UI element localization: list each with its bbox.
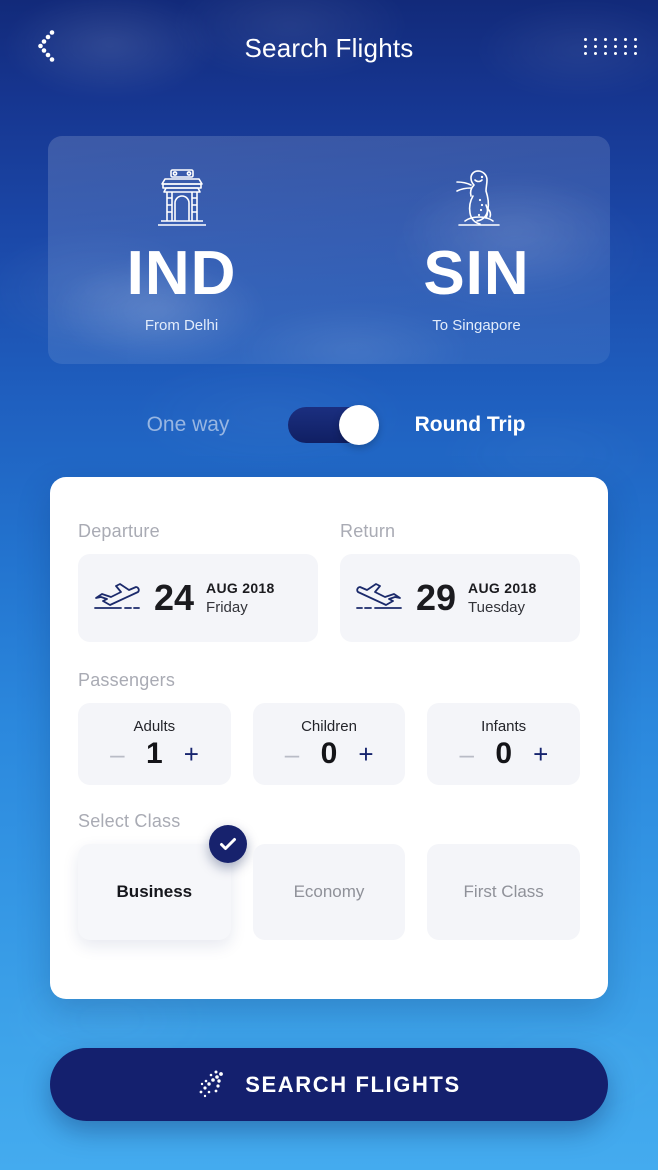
class-option-first-class-label: First Class <box>463 882 544 901</box>
search-flights-button[interactable]: SEARCH FLIGHTS <box>50 1048 608 1121</box>
india-gate-icon <box>147 167 217 229</box>
round-trip-label[interactable]: Round Trip <box>370 413 570 437</box>
check-circle-icon <box>208 825 247 863</box>
route-card[interactable]: IND From Delhi SIN To Singapore <box>48 136 610 364</box>
infants-label: Infants <box>481 717 527 735</box>
children-decrement-button[interactable]: – <box>281 741 303 767</box>
departure-day: 24 <box>154 577 195 618</box>
trip-type-selector: One way Round Trip <box>0 402 658 448</box>
departure-weekday: Friday <box>206 599 248 616</box>
adults-increment-button[interactable]: + <box>180 741 202 767</box>
toggle-knob <box>339 405 379 445</box>
passengers-label: Passengers <box>78 670 176 690</box>
children-count: 0 <box>320 736 338 770</box>
class-option-first-class[interactable]: First Class <box>427 844 581 940</box>
passenger-stepper-adults: Adults – 1 + <box>78 703 231 785</box>
origin-block[interactable]: IND From Delhi <box>74 136 289 364</box>
search-form-panel: Departure 24 AUG 2018 Friday Return 29 A… <box>50 477 608 999</box>
passenger-stepper-children: Children – 0 + <box>252 703 406 785</box>
departure-label: Departure <box>78 521 160 541</box>
merlion-icon <box>442 167 512 229</box>
dotted-plane-takeoff-icon <box>199 1070 224 1097</box>
return-month-year: AUG 2018 <box>468 580 537 596</box>
origin-city: From Delhi <box>144 316 219 334</box>
menu-button[interactable] <box>584 26 637 66</box>
passenger-stepper-infants: Infants – 0 + <box>427 703 581 785</box>
return-weekday: Tuesday <box>468 599 526 616</box>
departure-column: Departure 24 AUG 2018 Friday <box>78 521 318 642</box>
trip-type-toggle[interactable] <box>288 405 379 445</box>
destination-city: To Singapore <box>432 316 521 334</box>
plane-takeoff-icon <box>94 583 140 609</box>
infants-decrement-button[interactable]: – <box>456 741 478 767</box>
class-options-row: Business Economy First Class <box>78 825 581 940</box>
date-selection-row: Departure 24 AUG 2018 Friday Return 29 A… <box>78 521 580 642</box>
return-label: Return <box>340 521 396 541</box>
class-option-business-label: Business <box>116 882 193 901</box>
class-option-economy[interactable]: Economy <box>252 844 406 940</box>
children-label: Children <box>301 717 357 735</box>
adults-count: 1 <box>145 736 163 770</box>
origin-code: IND <box>126 238 237 308</box>
plane-landing-icon <box>356 583 402 609</box>
dot-grid-menu-icon <box>584 37 640 55</box>
children-increment-button[interactable]: + <box>355 741 377 767</box>
search-flights-label: SEARCH FLIGHTS <box>245 1071 461 1097</box>
destination-code: SIN <box>423 238 530 308</box>
chevron-left-dotted-icon <box>38 30 55 62</box>
back-button[interactable] <box>24 24 68 68</box>
infants-count: 0 <box>495 736 513 770</box>
destination-block[interactable]: SIN To Singapore <box>369 136 584 364</box>
departure-date-field[interactable]: 24 AUG 2018 Friday <box>78 554 318 642</box>
select-class-label: Select Class <box>78 811 181 831</box>
return-date-field[interactable]: 29 AUG 2018 Tuesday <box>340 554 580 642</box>
adults-decrement-button[interactable]: – <box>106 741 128 767</box>
flight-search-screen: Search Flights IND From Delhi SIN To Sin… <box>0 0 658 1170</box>
passengers-row: Adults – 1 + Children – 0 + Infants – 0 … <box>78 703 581 785</box>
return-day: 29 <box>416 577 457 618</box>
page-title: Search Flights <box>244 32 414 63</box>
adults-label: Adults <box>133 717 176 735</box>
class-option-economy-label: Economy <box>293 882 365 901</box>
return-column: Return 29 AUG 2018 Tuesday <box>340 521 580 642</box>
departure-month-year: AUG 2018 <box>206 580 275 596</box>
one-way-label[interactable]: One way <box>88 413 288 437</box>
infants-increment-button[interactable]: + <box>530 741 552 767</box>
class-option-business[interactable]: Business <box>78 825 247 940</box>
app-header: Search Flights <box>0 0 658 96</box>
